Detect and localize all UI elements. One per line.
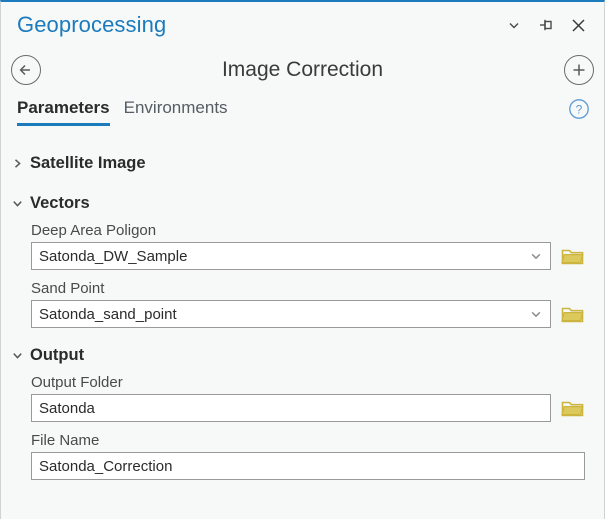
section-title-satellite-image: Satellite Image bbox=[30, 153, 146, 172]
section-header-satellite-image[interactable]: Satellite Image bbox=[1, 150, 604, 176]
folder-icon bbox=[561, 307, 584, 323]
add-button[interactable] bbox=[564, 55, 594, 85]
chevron-down-icon bbox=[10, 348, 24, 362]
browse-folder-button-output-folder[interactable] bbox=[561, 397, 585, 419]
folder-icon bbox=[561, 249, 584, 265]
browse-folder-button-sand-point[interactable] bbox=[561, 303, 585, 325]
label-output-folder: Output Folder bbox=[31, 374, 123, 391]
field-sand-point: Sand Point Satonda_sand_point bbox=[31, 280, 604, 328]
input-value-deep-area-poligon: Satonda_DW_Sample bbox=[39, 247, 188, 265]
help-icon[interactable]: ? bbox=[568, 98, 590, 120]
field-row-file-name: Satonda_Correction bbox=[31, 452, 604, 480]
section-title-vectors: Vectors bbox=[30, 193, 90, 212]
input-value-sand-point: Satonda_sand_point bbox=[39, 305, 177, 323]
page-title: Image Correction bbox=[221, 58, 384, 81]
field-output-folder: Output Folder Satonda bbox=[31, 374, 604, 422]
field-row-sand-point: Satonda_sand_point bbox=[31, 300, 604, 328]
input-value-file-name: Satonda_Correction bbox=[39, 457, 173, 475]
tab-bar: Parameters Environments ? bbox=[1, 98, 604, 132]
label-deep-area-poligon: Deep Area Poligon bbox=[31, 222, 157, 239]
pin-icon[interactable] bbox=[536, 15, 556, 35]
field-file-name: File Name Satonda_Correction bbox=[31, 432, 604, 480]
chevron-down-icon[interactable] bbox=[504, 15, 524, 35]
label-file-name: File Name bbox=[31, 432, 100, 449]
input-deep-area-poligon[interactable]: Satonda_DW_Sample bbox=[31, 242, 551, 270]
panel-titlebar: Geoprocessing bbox=[1, 4, 604, 46]
section-header-vectors[interactable]: Vectors bbox=[1, 190, 604, 216]
chevron-down-icon bbox=[10, 196, 24, 210]
input-value-output-folder: Satonda bbox=[39, 399, 95, 417]
tool-header: Image Correction bbox=[1, 48, 604, 92]
field-row-deep-area-poligon: Satonda_DW_Sample bbox=[31, 242, 604, 270]
chevron-down-icon[interactable] bbox=[530, 243, 542, 269]
folder-icon bbox=[561, 401, 584, 417]
parameters-form: Satellite Image Vectors Deep Area Poligo… bbox=[1, 150, 604, 480]
arrow-left-icon bbox=[19, 64, 30, 76]
field-deep-area-poligon: Deep Area Poligon Satonda_DW_Sample bbox=[31, 222, 604, 270]
input-sand-point[interactable]: Satonda_sand_point bbox=[31, 300, 551, 328]
panel-title: Geoprocessing bbox=[17, 12, 167, 37]
tab-parameters[interactable]: Parameters bbox=[17, 98, 110, 126]
titlebar-actions bbox=[504, 15, 588, 35]
plus-icon bbox=[573, 64, 585, 76]
browse-folder-button-deep-area-poligon[interactable] bbox=[561, 245, 585, 267]
chevron-down-icon[interactable] bbox=[530, 301, 542, 327]
input-output-folder[interactable]: Satonda bbox=[31, 394, 551, 422]
label-sand-point: Sand Point bbox=[31, 280, 105, 297]
section-title-output: Output bbox=[30, 345, 85, 364]
input-file-name[interactable]: Satonda_Correction bbox=[31, 452, 585, 480]
chevron-right-icon bbox=[10, 156, 24, 170]
tab-environments[interactable]: Environments bbox=[124, 98, 228, 126]
close-icon[interactable] bbox=[568, 15, 588, 35]
back-button[interactable] bbox=[11, 55, 41, 85]
section-header-output[interactable]: Output bbox=[1, 342, 604, 368]
svg-text:?: ? bbox=[576, 103, 583, 117]
geoprocessing-panel: Geoprocessing Image Correction Parameter… bbox=[0, 0, 605, 519]
field-row-output-folder: Satonda bbox=[31, 394, 604, 422]
